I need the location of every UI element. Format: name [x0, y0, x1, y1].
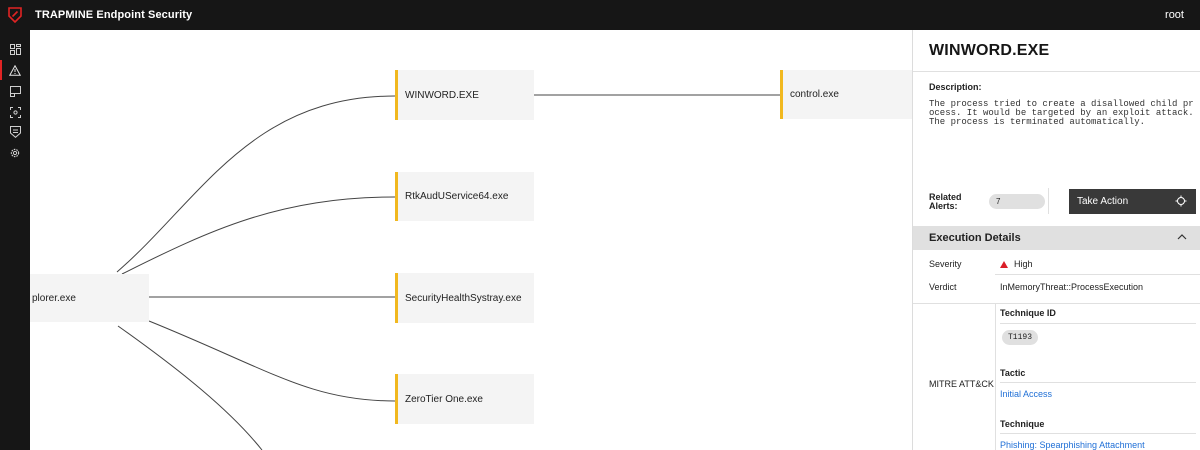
sidebar — [0, 30, 30, 450]
divider — [995, 303, 996, 450]
top-bar: TRAPMINE Endpoint Security root — [0, 0, 1200, 30]
sidebar-item-reports[interactable] — [0, 81, 30, 101]
divider — [995, 274, 1200, 275]
take-action-button[interactable]: Take Action — [1069, 189, 1196, 214]
tactic-label: Tactic — [1000, 368, 1026, 378]
severity-label: Severity — [929, 259, 962, 269]
verdict-label: Verdict — [929, 282, 957, 292]
process-graph-canvas[interactable]: plorer.exe WINWORD.EXE RtkAudUService64.… — [30, 30, 912, 450]
sidebar-item-settings[interactable] — [0, 143, 30, 163]
process-node-winword[interactable]: WINWORD.EXE — [395, 70, 534, 120]
severity-value: High — [1000, 259, 1033, 269]
edge-root-zerotier — [148, 320, 396, 402]
divider — [913, 303, 1200, 304]
sidebar-item-scan[interactable] — [0, 102, 30, 122]
divider — [913, 71, 1200, 72]
description-text: The process tried to create a disallowed… — [929, 99, 1194, 127]
details-panel: WINWORD.EXE Description: The process tri… — [912, 30, 1200, 450]
technique-id-label: Technique ID — [1000, 308, 1056, 318]
execution-details-title: Execution Details — [929, 232, 1021, 244]
panel-title: WINWORD.EXE — [929, 42, 1050, 59]
severity-text: High — [1014, 259, 1033, 269]
process-node-rtkaudservice[interactable]: RtkAudUService64.exe — [395, 172, 534, 221]
crosshair-icon — [1175, 195, 1187, 207]
alert-triangle-icon — [9, 64, 21, 76]
process-node-zerotier[interactable]: ZeroTier One.exe — [395, 374, 534, 424]
related-alerts-label: Related Alerts: — [929, 192, 962, 211]
mitre-label: MITRE ATT&CK — [929, 379, 994, 389]
divider — [1000, 323, 1196, 324]
execution-details-header[interactable]: Execution Details — [913, 226, 1200, 250]
divider — [1000, 382, 1196, 383]
divider — [1000, 433, 1196, 434]
description-label: Description: — [929, 82, 982, 92]
trapmine-logo-icon[interactable] — [0, 0, 30, 30]
edge-root-rtkaud — [121, 196, 396, 275]
edge-root-winword — [116, 95, 396, 273]
technique-label: Technique — [1000, 419, 1045, 429]
process-node-control[interactable]: control.exe — [780, 70, 912, 119]
chevron-up-icon — [1177, 234, 1187, 240]
dashboard-icon — [9, 43, 21, 55]
technique-link[interactable]: Phishing: Spearphishing Attachment — [1000, 440, 1145, 450]
edge-root-offscreen — [117, 325, 263, 450]
take-action-label: Take Action — [1077, 196, 1129, 207]
shield-icon — [9, 126, 21, 138]
tactic-link[interactable]: Initial Access — [1000, 389, 1052, 399]
divider — [1048, 188, 1049, 214]
technique-id-tag[interactable]: T1193 — [1002, 330, 1039, 345]
gear-icon — [10, 148, 20, 158]
related-alerts-count[interactable]: 7 — [989, 194, 1045, 209]
sidebar-item-dashboard[interactable] — [0, 39, 30, 59]
sidebar-item-alerts[interactable] — [0, 60, 30, 80]
sidebar-item-policies[interactable] — [0, 122, 30, 142]
user-menu[interactable]: root — [1165, 0, 1184, 30]
process-node-securityhealthsystray[interactable]: SecurityHealthSystray.exe — [395, 273, 534, 323]
scan-icon — [9, 106, 21, 118]
process-node-root[interactable]: plorer.exe — [30, 274, 149, 322]
report-icon — [9, 85, 21, 97]
severity-high-icon — [1000, 261, 1008, 268]
app-title: TRAPMINE Endpoint Security — [35, 9, 193, 21]
verdict-value: InMemoryThreat::ProcessExecution — [1000, 282, 1144, 292]
